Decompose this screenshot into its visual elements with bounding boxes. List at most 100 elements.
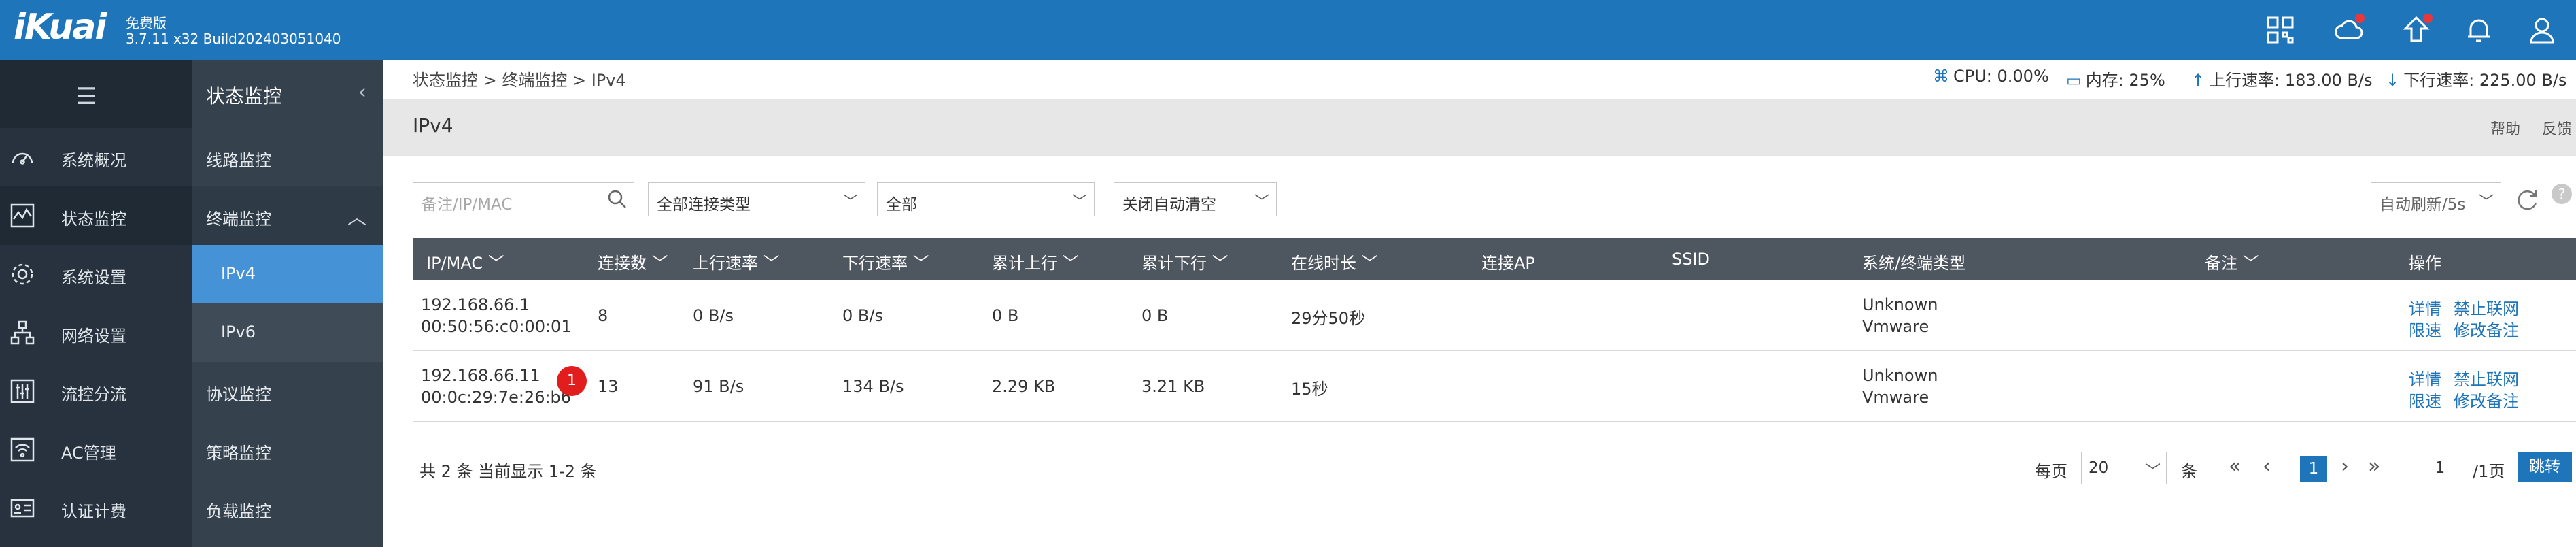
th-total-download[interactable]: 累计下行 ﹀ — [1141, 250, 1229, 274]
cell-ip: 192.168.66.11 — [421, 366, 540, 385]
scope-select[interactable]: 全部 ﹀ — [877, 182, 1095, 216]
submenu-item-load-monitor[interactable]: 负载监控 — [192, 479, 383, 537]
chevron-down-icon: ﹀ — [1254, 194, 1269, 211]
connection-type-select[interactable]: 全部连接类型 ﹀ — [648, 182, 865, 216]
cell-download-rate: 0 B/s — [842, 306, 883, 325]
cpu-value: CPU: 0.00% — [1953, 67, 2049, 86]
network-icon — [10, 320, 35, 346]
header-label: 上行速率 — [693, 254, 758, 273]
header-label: 累计下行 — [1141, 254, 1207, 273]
rate-limit-link[interactable]: 限速 — [2409, 317, 2441, 341]
cell-total-download: 3.21 KB — [1141, 377, 1205, 396]
submenu-label: 终端监控 — [206, 210, 271, 229]
table-header: IP/MAC ﹀ 连接数 ﹀ 上行速率 ﹀ 下行速率 ﹀ 累计上行 ﹀ 累计下行… — [413, 238, 2576, 280]
submenu-title: 状态监控 — [206, 85, 283, 107]
submenu-item-ipv6[interactable]: IPv6 — [192, 303, 383, 362]
nav-item-overview[interactable]: 系统概况 — [0, 128, 192, 186]
th-download-rate[interactable]: 下行速率 ﹀ — [842, 250, 929, 274]
edition-label: 免费版 — [126, 15, 167, 31]
details-link[interactable]: 详情 — [2409, 366, 2441, 390]
cloud-icon[interactable] — [2332, 14, 2365, 46]
nav-item-ac-management[interactable]: AC管理 — [0, 420, 192, 479]
cpu-icon: ⌘ — [1933, 67, 1949, 86]
chevron-left-icon[interactable]: ‹ — [358, 80, 366, 104]
last-page-icon[interactable]: » — [2368, 454, 2380, 478]
rate-limit-link[interactable]: 限速 — [2409, 388, 2441, 412]
primary-sidebar: ☰ 系统概况 状态监控 系统设置 网络设置 流控分流 AC管理 认证计费 — [0, 60, 192, 547]
collapse-menu-icon: ☰ — [76, 83, 97, 110]
breadcrumb: 状态监控 > 终端监控 > IPv4 — [413, 71, 626, 90]
edit-remark-link[interactable]: 修改备注 — [2454, 317, 2519, 341]
header-label: 连接数 — [598, 254, 647, 273]
block-network-link[interactable]: 禁止联网 — [2454, 295, 2519, 319]
qr-grid-icon[interactable] — [2264, 14, 2297, 46]
th-upload-rate[interactable]: 上行速率 ﹀ — [693, 250, 780, 274]
sidebar-collapse-button[interactable]: ☰ — [0, 60, 192, 128]
download-status: ↓ 下行速率: 225.00 B/s — [2386, 67, 2566, 90]
refresh-icon[interactable] — [2513, 186, 2541, 214]
header-label: IP/MAC — [426, 254, 483, 273]
search-input[interactable]: 备注/IP/MAC — [413, 182, 634, 216]
select-value: 自动刷新/5s — [2380, 196, 2466, 214]
ikuai-logo[interactable]: iKuai — [14, 7, 107, 48]
alert-badge[interactable]: 1 — [557, 366, 587, 396]
th-ip-mac[interactable]: IP/MAC ﹀ — [426, 250, 504, 274]
nav-label: 认证计费 — [61, 502, 126, 521]
upgrade-icon[interactable] — [2400, 14, 2433, 46]
nav-item-auth-billing[interactable]: 认证计费 — [0, 479, 192, 537]
search-icon[interactable] — [606, 188, 628, 210]
submenu-item-protocol-monitor[interactable]: 协议监控 — [192, 362, 383, 420]
details-link[interactable]: 详情 — [2409, 295, 2441, 319]
cell-total-download: 0 B — [1141, 306, 1169, 325]
memory-status: ▭ 内存: 25% — [2066, 67, 2165, 90]
th-total-upload[interactable]: 累计上行 ﹀ — [992, 250, 1079, 274]
th-operations: 操作 — [2409, 254, 2441, 273]
auto-refresh-select[interactable]: 自动刷新/5s ﹀ — [2371, 182, 2501, 216]
auto-clear-select[interactable]: 关闭自动清空 ﹀ — [1114, 182, 1277, 216]
go-to-page-button[interactable]: 跳转 — [2518, 452, 2572, 482]
cell-ip: 192.168.66.1 — [421, 295, 530, 314]
edit-remark-link[interactable]: 修改备注 — [2454, 388, 2519, 412]
nav-item-network-settings[interactable]: 网络设置 — [0, 303, 192, 362]
first-page-icon[interactable]: « — [2229, 454, 2241, 478]
th-online-duration[interactable]: 在线时长 ﹀ — [1291, 250, 1378, 274]
block-network-link[interactable]: 禁止联网 — [2454, 366, 2519, 390]
nav-item-system-settings[interactable]: 系统设置 — [0, 245, 192, 303]
help-link[interactable]: 帮助 — [2490, 117, 2520, 139]
monitor-icon — [10, 203, 35, 229]
submenu-item-policy-monitor[interactable]: 策略监控 — [192, 420, 383, 479]
help-question-icon[interactable]: ? — [2552, 184, 2572, 204]
submenu-item-terminal-monitor[interactable]: 终端监控 ︿ — [192, 186, 383, 245]
user-icon[interactable] — [2526, 14, 2558, 46]
chevron-down-icon: ﹀ — [1071, 194, 1087, 211]
search-placeholder: 备注/IP/MAC — [422, 196, 513, 214]
feedback-link[interactable]: 反馈 — [2542, 117, 2572, 139]
upload-arrow-icon: ↑ — [2191, 71, 2205, 90]
th-remark[interactable]: 备注 ﹀ — [2205, 250, 2259, 274]
per-page-select[interactable]: 20 ﹀ — [2081, 452, 2167, 484]
cell-total-upload: 0 B — [992, 306, 1019, 325]
submenu-item-line-monitor[interactable]: 线路监控 — [192, 128, 383, 186]
prev-page-icon[interactable]: ‹ — [2263, 454, 2271, 478]
version-label: 3.7.11 x32 Build202403051040 — [126, 31, 341, 47]
nav-item-flow-control[interactable]: 流控分流 — [0, 362, 192, 420]
nav-label: 网络设置 — [61, 327, 126, 346]
cpu-status: ⌘ CPU: 0.00% — [1933, 67, 2049, 86]
cloud-alert-dot — [2355, 14, 2365, 23]
download-value: 下行速率: 225.00 B/s — [2403, 71, 2567, 90]
submenu-label: 协议监控 — [206, 385, 271, 404]
header-label: 下行速率 — [842, 254, 908, 273]
th-connections[interactable]: 连接数 ﹀ — [598, 250, 668, 274]
page-number-input[interactable]: 1 — [2418, 452, 2462, 484]
select-value: 全部连接类型 — [657, 196, 751, 214]
next-page-icon[interactable]: › — [2341, 454, 2349, 478]
top-bar: iKuai 免费版 3.7.11 x32 Build202403051040 — [0, 0, 2576, 60]
current-page-button[interactable]: 1 — [2300, 456, 2327, 482]
submenu-label: IPv6 — [221, 322, 256, 342]
submenu-label: IPv4 — [221, 264, 256, 283]
cell-connections: 13 — [598, 377, 619, 396]
nav-item-status-monitor[interactable]: 状态监控 — [0, 186, 192, 245]
id-card-icon — [10, 495, 35, 521]
submenu-item-ipv4[interactable]: IPv4 — [192, 245, 383, 303]
bell-icon[interactable] — [2462, 14, 2495, 46]
